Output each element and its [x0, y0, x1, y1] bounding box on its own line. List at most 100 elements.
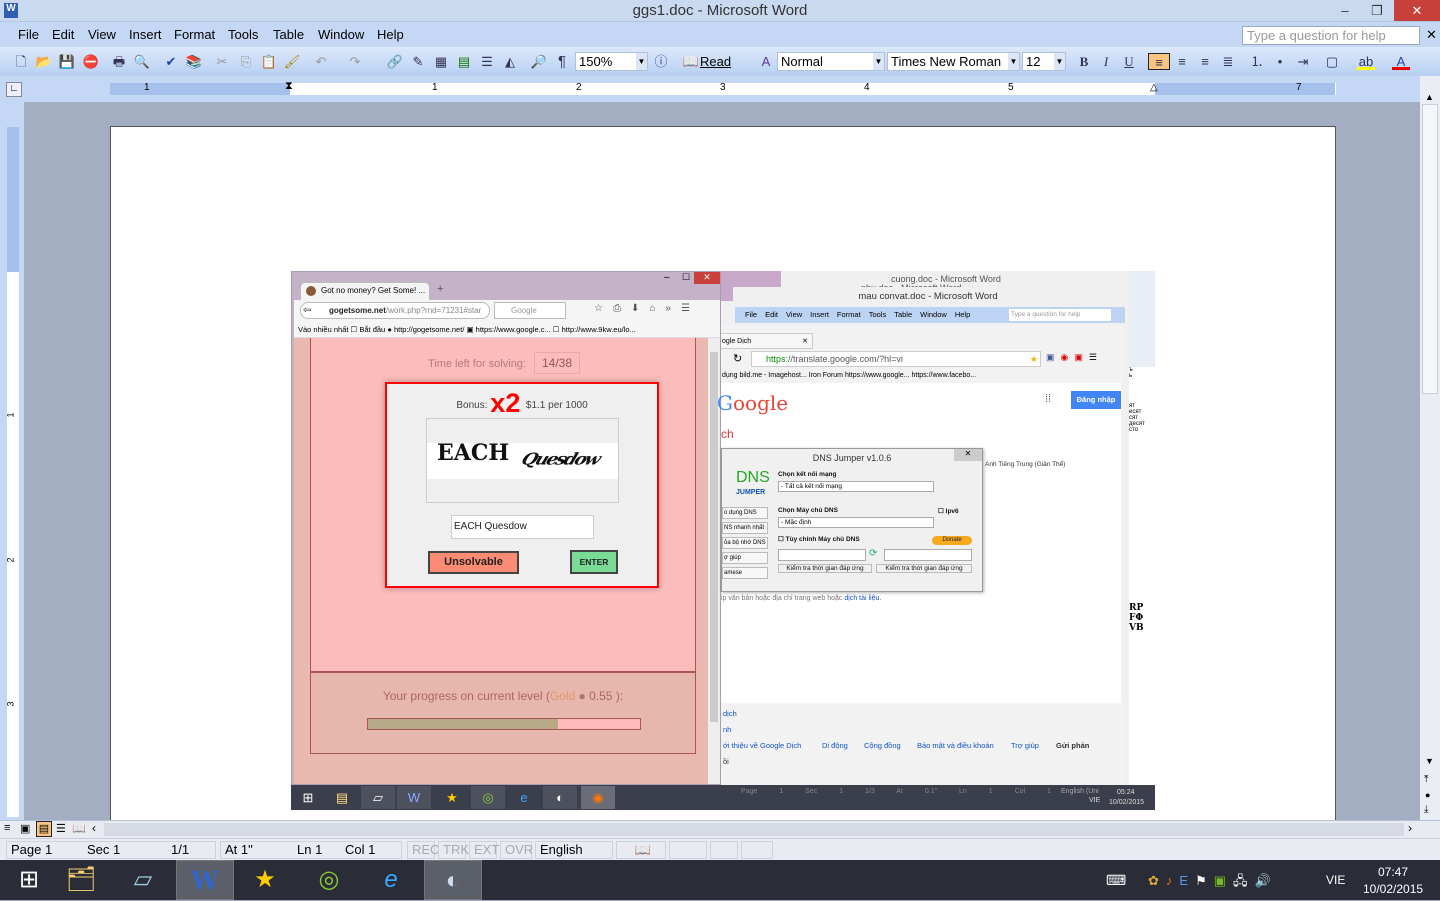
columns-icon[interactable]: ☰	[478, 53, 496, 70]
w2-menu: Help	[954, 310, 971, 319]
print-preview-icon[interactable]: 🔍	[133, 53, 151, 70]
inner-ime: VIE	[1089, 797, 1101, 804]
menu-format[interactable]: Format	[174, 27, 215, 42]
bullets-icon[interactable]: •	[1271, 53, 1289, 70]
status-language[interactable]: English (U.S.	[535, 841, 613, 873]
menu-view[interactable]: View	[88, 27, 116, 42]
start-button[interactable]: ⊞	[0, 860, 58, 900]
underline-button[interactable]: U	[1120, 53, 1138, 70]
research-icon[interactable]: 📚	[185, 53, 203, 70]
spelling-icon[interactable]: ✔	[162, 53, 180, 70]
tray-icons[interactable]: ✿♪E⚑▣🖧🔊	[1148, 872, 1278, 894]
reading-view-icon[interactable]: 📖	[72, 822, 86, 835]
word-taskbar-icon[interactable]: W	[176, 860, 234, 900]
tab-selector[interactable]: ∟	[6, 82, 22, 97]
align-center-button[interactable]: ≡	[1173, 53, 1191, 70]
close-document-button[interactable]: ✕	[1426, 27, 1437, 43]
bold-button[interactable]: B	[1075, 53, 1093, 70]
indent-marker[interactable]: ⧗	[285, 80, 293, 93]
captcha-dialog: Bonus: x2 $1.1 per 1000 EACH Quesdow EACH…	[385, 382, 659, 588]
read-button[interactable]: Read	[700, 54, 731, 69]
restore-button[interactable]: ❐	[1362, 0, 1392, 21]
new-icon[interactable]: 🗋	[12, 53, 30, 70]
font-select[interactable]: Times New Roman ▼	[887, 52, 1020, 71]
scroll-left-icon[interactable]: ‹	[92, 821, 96, 835]
table-icon[interactable]: ▦	[432, 53, 450, 70]
horizontal-ruler[interactable]: ∟ 1 1 2 3 4 5 7 ⧗ △	[0, 76, 1420, 102]
redo-icon[interactable]: ↷	[346, 53, 364, 70]
open-icon[interactable]: 📂	[35, 53, 53, 70]
print-icon[interactable]: 🖶	[110, 53, 128, 70]
help-icon[interactable]: ⓘ	[652, 53, 670, 70]
chrome-window: ogle Dịch ✕ ↻ https://translate.google.c…	[717, 325, 1123, 785]
outline-view-icon[interactable]: ☰	[56, 822, 66, 835]
styles-icon[interactable]: A	[757, 53, 775, 70]
copy-icon[interactable]: ⎘	[237, 53, 255, 70]
normal-view-icon[interactable]: ≡	[4, 822, 10, 834]
document-map-icon[interactable]: 🔎	[530, 53, 548, 70]
scroll-right-icon[interactable]: ›	[1408, 821, 1412, 835]
file-explorer-icon[interactable]: 🗂	[52, 860, 110, 900]
highlight-icon[interactable]: ab	[1357, 53, 1375, 70]
keyboard-icon[interactable]: ⌨	[1106, 872, 1126, 889]
web-view-icon[interactable]: ▣	[20, 822, 30, 835]
next-page-icon[interactable]: ⤓	[1424, 804, 1428, 815]
font-color-icon[interactable]: A	[1392, 53, 1410, 70]
status-ext[interactable]: EXT	[469, 841, 499, 859]
close-button[interactable]: ✕	[1394, 0, 1440, 21]
format-painter-icon[interactable]: 🖌	[283, 53, 301, 70]
menu-help[interactable]: Help	[377, 27, 404, 42]
menu-window[interactable]: Window	[318, 27, 364, 42]
excel-icon[interactable]: ▤	[455, 53, 473, 70]
input-language[interactable]: VIE	[1326, 873, 1345, 887]
permission-icon[interactable]: ⛔	[82, 53, 100, 70]
hyperlink-icon[interactable]: 🔗	[386, 53, 404, 70]
scroll-down-icon[interactable]: ▼	[1425, 756, 1434, 766]
cut-icon[interactable]: ✂	[213, 53, 231, 70]
border-icon[interactable]: ▢	[1323, 53, 1341, 70]
numbering-icon[interactable]: ⒈	[1248, 53, 1266, 70]
indent-icon[interactable]: ⇥	[1294, 53, 1312, 70]
notepad-icon[interactable]: ▱	[114, 860, 172, 900]
star-app-icon[interactable]: ★	[236, 860, 294, 900]
italic-button[interactable]: I	[1097, 53, 1115, 70]
prev-page-icon[interactable]: ⤒	[1424, 774, 1428, 785]
clock-date[interactable]: 10/02/2015	[1363, 882, 1423, 896]
status-ovr[interactable]: OVR	[500, 841, 533, 859]
vertical-ruler[interactable]: 1 2 3	[0, 102, 24, 820]
status-rec[interactable]: REC	[407, 841, 439, 859]
minimize-button[interactable]: –	[1330, 0, 1360, 21]
status-trk[interactable]: TRK	[438, 841, 469, 859]
undo-icon[interactable]: ↶	[312, 53, 330, 70]
print-layout-icon[interactable]: ▤	[36, 821, 52, 837]
drawing-icon[interactable]: ✎	[409, 53, 427, 70]
right-indent-marker[interactable]: △	[1150, 82, 1158, 93]
browser-app-icon[interactable]: ◐	[424, 860, 482, 900]
save-icon[interactable]: 💾	[58, 53, 76, 70]
align-left-button[interactable]: ≡	[1148, 53, 1170, 70]
menu-edit[interactable]: Edit	[52, 27, 74, 42]
menu-tools[interactable]: Tools	[228, 27, 258, 42]
internet-explorer-icon[interactable]: e	[362, 860, 420, 900]
style-select[interactable]: Normal ▼	[777, 52, 885, 71]
font-size-select[interactable]: 12 ▼	[1022, 52, 1066, 71]
menu-table[interactable]: Table	[273, 27, 304, 42]
help-question-input[interactable]: Type a question for help	[1242, 26, 1420, 45]
align-right-button[interactable]: ≡	[1196, 53, 1214, 70]
scroll-up-icon[interactable]: ▲	[1425, 92, 1434, 102]
justify-button[interactable]: ≣	[1219, 53, 1237, 70]
drawing-toolbar-icon[interactable]: ◭	[501, 53, 519, 70]
menu-file[interactable]: File	[18, 27, 39, 42]
clock-time[interactable]: 07:47	[1378, 865, 1408, 879]
scroll-thumb[interactable]	[1422, 104, 1438, 394]
paste-icon[interactable]: 📋	[260, 53, 278, 70]
hscroll-track[interactable]	[104, 823, 1404, 836]
menu-insert[interactable]: Insert	[129, 27, 162, 42]
spelling-status-icon[interactable]: 📖	[616, 841, 666, 859]
zoom-select[interactable]: 150% ▼	[575, 52, 648, 71]
vertical-scrollbar[interactable]: ▲ ▼ ⤒ ● ⤓	[1420, 76, 1440, 820]
embedded-screenshot[interactable]: – ☐ ✕ Got no money? Get Some! ... ✕ + ⇦ g…	[291, 271, 1155, 810]
browse-object-icon[interactable]: ●	[1425, 790, 1430, 800]
sync-app-icon[interactable]: ◎	[300, 860, 358, 900]
show-formatting-icon[interactable]: ¶	[553, 53, 571, 70]
